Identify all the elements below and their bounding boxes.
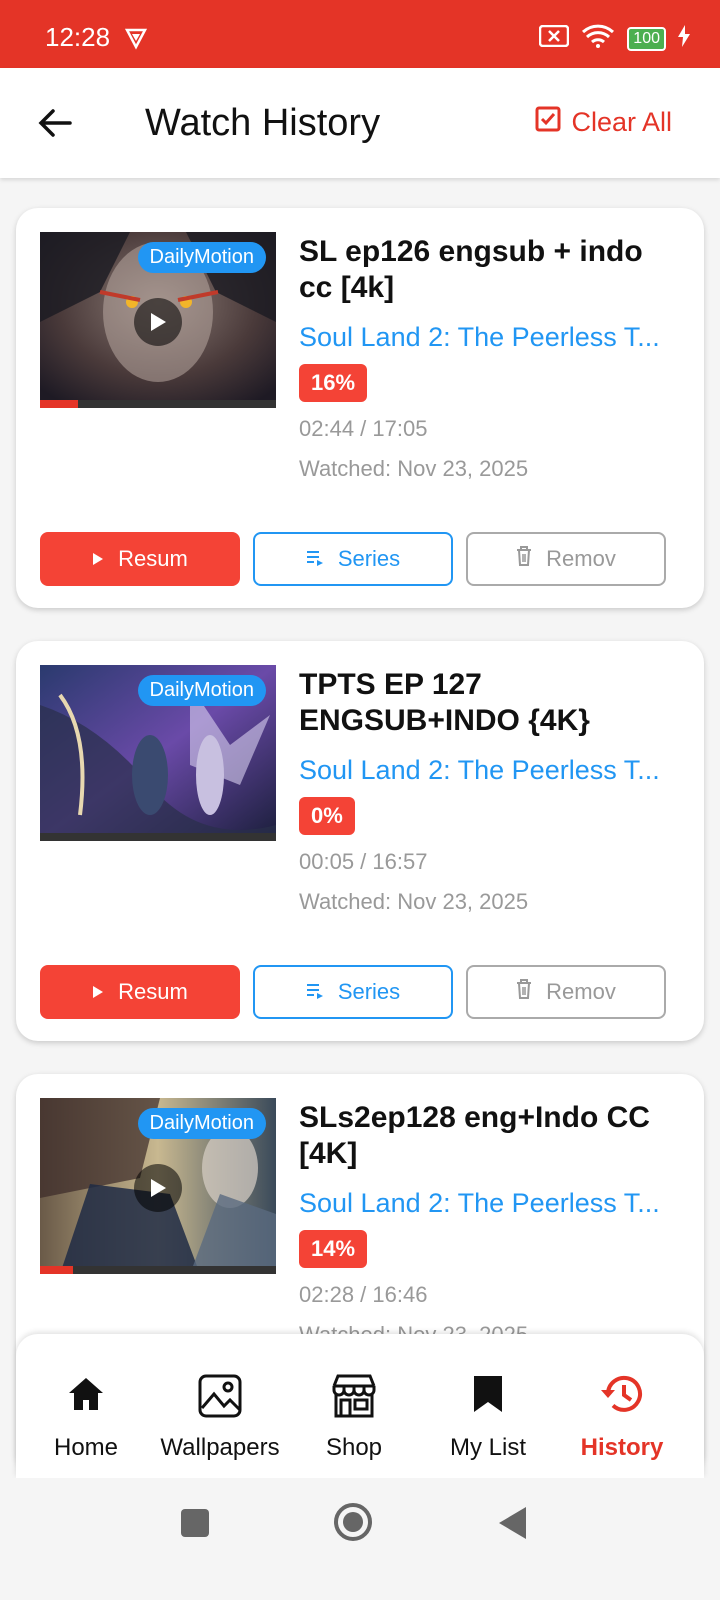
- nav-label: Home: [53, 1434, 119, 1461]
- episode-title[interactable]: SL ep126 engsub + indo cc [4k]: [299, 234, 679, 306]
- nav-label: My List: [449, 1434, 526, 1461]
- watch-progress-fill: [40, 400, 78, 408]
- page-title: Watch History: [145, 102, 381, 144]
- playback-time: 02:44 / 17:05: [299, 416, 428, 441]
- progress-percent-badge: 0%: [299, 797, 355, 835]
- source-badge: DailyMotion: [137, 242, 266, 273]
- resume-label: Resum: [118, 546, 188, 571]
- app-bar: Watch History Clear All: [0, 68, 720, 178]
- video-thumbnail[interactable]: DailyMotion: [40, 665, 276, 841]
- watched-date: Watched: Nov 23, 2025: [299, 456, 529, 481]
- clear-all-button[interactable]: Clear All: [535, 106, 672, 139]
- series-button[interactable]: Series: [253, 965, 453, 1019]
- recents-icon[interactable]: [180, 1508, 210, 1543]
- trash-icon: [516, 546, 532, 572]
- playlist-icon: [306, 546, 324, 572]
- history-icon: [552, 1374, 692, 1418]
- watched-date: Watched: Nov 23, 2025: [299, 889, 529, 914]
- play-icon[interactable]: [134, 1164, 182, 1212]
- battery-icon: 100: [627, 26, 666, 51]
- history-card[interactable]: DailyMotion TPTS EP 127 ENGSUB+INDO {4K}…: [16, 641, 704, 1041]
- playback-time: 00:05 / 16:57: [299, 849, 428, 874]
- home-circle-icon[interactable]: [333, 1502, 373, 1547]
- source-badge: DailyMotion: [137, 1108, 266, 1139]
- trash-icon: [516, 979, 532, 1005]
- remove-button[interactable]: Remov: [466, 965, 666, 1019]
- series-label: Series: [337, 979, 401, 1004]
- watch-progress-bar: [40, 400, 276, 408]
- store-icon: [284, 1374, 424, 1418]
- series-link[interactable]: Soul Land 2: The Peerless T...: [299, 322, 679, 353]
- wifi-icon: [581, 24, 615, 53]
- series-label: Series: [337, 546, 401, 571]
- remove-button[interactable]: Remov: [466, 532, 666, 586]
- clear-all-label: Clear All: [571, 107, 672, 137]
- no-sim-icon: [539, 24, 570, 52]
- play-icon[interactable]: [134, 298, 182, 346]
- series-link[interactable]: Soul Land 2: The Peerless T...: [299, 755, 679, 786]
- status-time: 12:28: [45, 22, 111, 52]
- checkbox-icon: [535, 106, 561, 139]
- nav-history[interactable]: History: [552, 1374, 692, 1462]
- remove-label: Remov: [546, 979, 616, 1004]
- nav-label: Wallpapers: [160, 1434, 280, 1461]
- series-button[interactable]: Series: [253, 532, 453, 586]
- resume-label: Resum: [118, 979, 188, 1004]
- playlist-icon: [306, 979, 324, 1005]
- nav-wallpapers[interactable]: Wallpapers: [150, 1374, 290, 1462]
- resume-button[interactable]: Resum: [40, 532, 240, 586]
- video-thumbnail[interactable]: DailyMotion: [40, 1098, 276, 1274]
- play-icon: [92, 979, 104, 1005]
- bookmark-icon: [418, 1374, 558, 1418]
- remove-label: Remov: [546, 546, 616, 571]
- resume-button[interactable]: Resum: [40, 965, 240, 1019]
- playback-time: 02:28 / 16:46: [299, 1282, 428, 1307]
- nav-my-list[interactable]: My List: [418, 1374, 558, 1462]
- nav-label: Shop: [325, 1434, 383, 1461]
- nav-shop[interactable]: Shop: [284, 1374, 424, 1462]
- charging-icon: [678, 25, 690, 52]
- battery-level: 100: [627, 26, 666, 51]
- watch-progress-fill: [40, 1266, 74, 1274]
- nav-label: History: [580, 1434, 664, 1461]
- image-icon: [150, 1374, 290, 1418]
- watch-progress-bar: [40, 833, 276, 841]
- home-icon: [16, 1374, 156, 1418]
- progress-percent-badge: 16%: [299, 364, 368, 402]
- status-bar: 12:28 100: [0, 0, 720, 68]
- nav-home[interactable]: Home: [16, 1374, 156, 1462]
- history-card[interactable]: DailyMotion SL ep126 engsub + indo cc [4…: [16, 208, 704, 608]
- source-badge: DailyMotion: [137, 675, 266, 706]
- progress-percent-badge: 14%: [299, 1230, 368, 1268]
- bottom-navigation: Home Wallpapers Shop My List History: [16, 1334, 704, 1478]
- system-navigation-bar: [0, 1478, 720, 1600]
- back-arrow-icon[interactable]: [36, 104, 74, 147]
- episode-title[interactable]: SLs2ep128 eng+Indo CC [4K]: [299, 1100, 679, 1172]
- back-triangle-icon[interactable]: [498, 1506, 528, 1545]
- episode-title[interactable]: TPTS EP 127 ENGSUB+INDO {4K}: [299, 667, 679, 739]
- watch-progress-bar: [40, 1266, 276, 1274]
- play-icon: [92, 546, 104, 572]
- shield-icon: [124, 26, 148, 55]
- series-link[interactable]: Soul Land 2: The Peerless T...: [299, 1188, 679, 1219]
- video-thumbnail[interactable]: DailyMotion: [40, 232, 276, 408]
